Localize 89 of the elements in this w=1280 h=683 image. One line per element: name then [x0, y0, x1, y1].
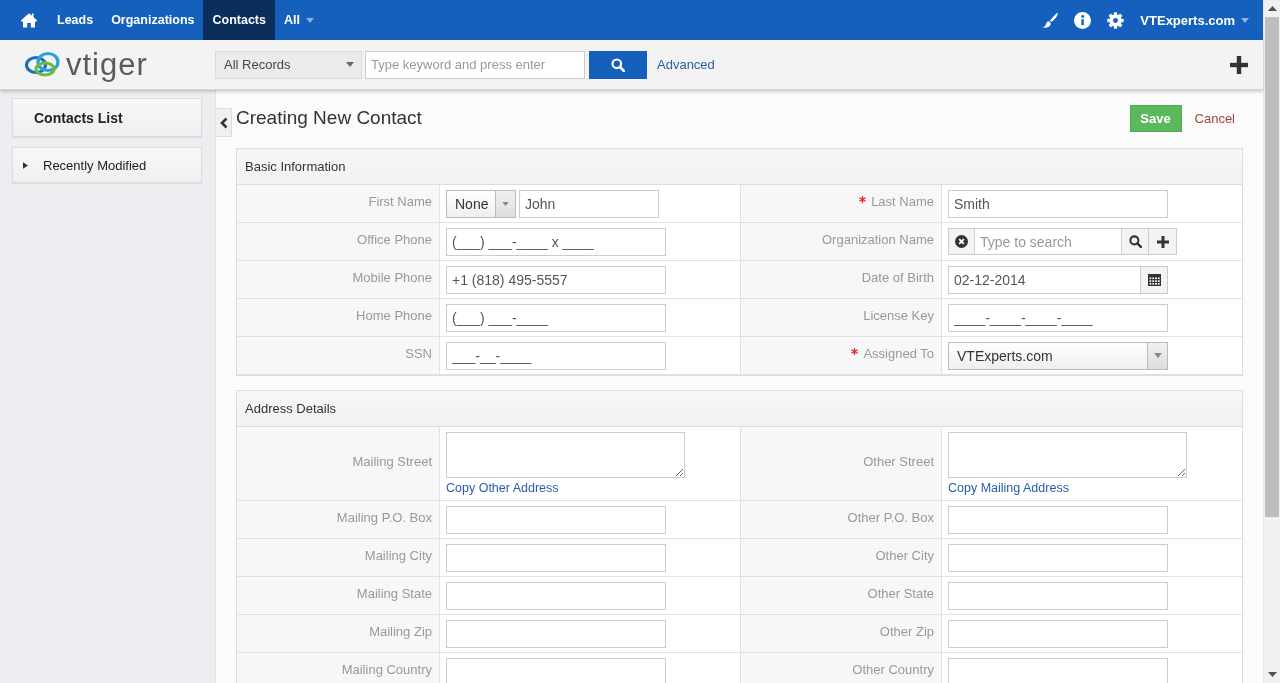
calendar-icon — [1147, 273, 1161, 286]
field-label: Mailing Street — [352, 454, 432, 469]
scrollbar-thumb[interactable] — [1265, 17, 1279, 517]
settings-icon[interactable] — [1107, 11, 1125, 29]
field-label: Mailing Zip — [369, 624, 432, 639]
paintbrush-icon[interactable] — [1042, 12, 1059, 28]
select-dropdown[interactable]: VTExperts.com — [948, 341, 1168, 370]
sidebar-item[interactable]: Recently Modified — [12, 147, 202, 183]
field-label: Other P.O. Box — [847, 510, 934, 525]
info-icon[interactable] — [1074, 11, 1092, 29]
clear-button[interactable] — [948, 228, 975, 255]
search-icon — [611, 57, 625, 72]
field-label: Mobile Phone — [352, 270, 432, 285]
clear-icon — [955, 235, 968, 248]
text-field[interactable]: John — [519, 189, 659, 218]
user-menu[interactable]: VTExperts.com — [1140, 0, 1263, 40]
field-label: Date of Birth — [861, 270, 934, 285]
search-icon — [1128, 235, 1142, 248]
plus-icon[interactable] — [1230, 55, 1248, 74]
text-field[interactable]: ____-____-____-____ — [948, 303, 1168, 332]
field-label: Other Street — [863, 454, 934, 469]
field-label: Other City — [875, 548, 934, 563]
calendar-button[interactable] — [1141, 265, 1168, 294]
plus-icon — [1156, 235, 1169, 248]
home-icon — [20, 12, 38, 28]
field-label: Assigned To — [863, 346, 934, 361]
field-label: Mailing Country — [341, 662, 432, 677]
search-button[interactable] — [1121, 228, 1149, 255]
caret-down-icon — [305, 17, 314, 23]
collapse-sidebar-button[interactable] — [216, 108, 232, 137]
add-button[interactable] — [1149, 228, 1177, 255]
text-field[interactable] — [948, 657, 1168, 683]
text-field[interactable] — [446, 619, 666, 648]
caret-down-icon — [1241, 17, 1249, 23]
nav-tab[interactable]: Contacts — [203, 0, 275, 40]
text-field[interactable] — [948, 543, 1168, 572]
field-label: Home Phone — [356, 308, 432, 323]
date-field[interactable]: 02-12-2014 — [948, 265, 1141, 294]
field-label: Other Country — [852, 662, 934, 677]
field-label: Mailing P.O. Box — [336, 510, 432, 525]
field-label: SSN — [405, 346, 432, 361]
text-field[interactable] — [948, 581, 1168, 610]
section-header: Address Details — [237, 391, 1242, 427]
logo-text: vtiger — [66, 49, 148, 80]
search-field[interactable]: Type to search — [975, 228, 1121, 255]
copy-address-link[interactable]: Copy Other Address — [446, 481, 685, 495]
caret-down-icon — [502, 201, 509, 206]
text-field[interactable]: (___) ___-____ — [446, 303, 666, 332]
field-label: Other State — [867, 586, 934, 601]
text-field[interactable] — [948, 505, 1168, 534]
nav-tab[interactable]: Organizations — [102, 0, 204, 40]
search-button[interactable] — [589, 50, 647, 79]
text-field[interactable] — [948, 619, 1168, 648]
field-label: Organization Name — [822, 232, 934, 247]
text-field[interactable] — [446, 581, 666, 610]
field-label: Mailing State — [356, 586, 432, 601]
text-area-field[interactable] — [948, 432, 1187, 478]
scroll-up-icon[interactable] — [1267, 6, 1277, 11]
field-label: Last Name — [871, 194, 934, 209]
text-area-field[interactable] — [446, 432, 685, 478]
search-field[interactable]: Type keyword and press enter — [365, 50, 585, 79]
page-title: Creating New Contact — [236, 107, 422, 129]
advanced-search-link[interactable]: Advanced — [657, 57, 715, 72]
section-header: Basic Information — [237, 149, 1242, 185]
field-label: First Name — [368, 194, 432, 209]
chevron-left-icon — [219, 116, 228, 129]
text-field[interactable] — [446, 657, 666, 683]
text-field[interactable]: +1 (818) 495-5557 — [446, 265, 666, 294]
records-filter-dropdown[interactable]: All Records — [215, 50, 362, 79]
caret-down-icon — [1153, 353, 1162, 358]
field-label: Office Phone — [357, 232, 432, 247]
copy-address-link[interactable]: Copy Mailing Address — [948, 481, 1187, 495]
field-label: Other Zip — [879, 624, 934, 639]
required-asterisk-icon — [859, 195, 867, 203]
nav-tab[interactable]: Leads — [48, 0, 103, 40]
salutation-dropdown[interactable]: None — [446, 189, 516, 218]
nav-menu[interactable]: All — [274, 0, 323, 40]
text-field[interactable]: Smith — [948, 189, 1168, 218]
sidebar-header: Contacts List — [12, 98, 202, 137]
scroll-down-icon[interactable] — [1267, 672, 1277, 677]
field-label: License Key — [863, 308, 934, 323]
text-field[interactable] — [446, 543, 666, 572]
text-field[interactable]: (___) ___-____ x ____ — [446, 227, 666, 256]
text-field[interactable]: ___-__-____ — [446, 341, 666, 370]
required-asterisk-icon — [851, 347, 859, 355]
field-label: Mailing City — [364, 548, 432, 563]
cancel-link[interactable]: Cancel — [1194, 110, 1235, 126]
text-field[interactable] — [446, 505, 666, 534]
caret-down-icon — [346, 62, 354, 67]
